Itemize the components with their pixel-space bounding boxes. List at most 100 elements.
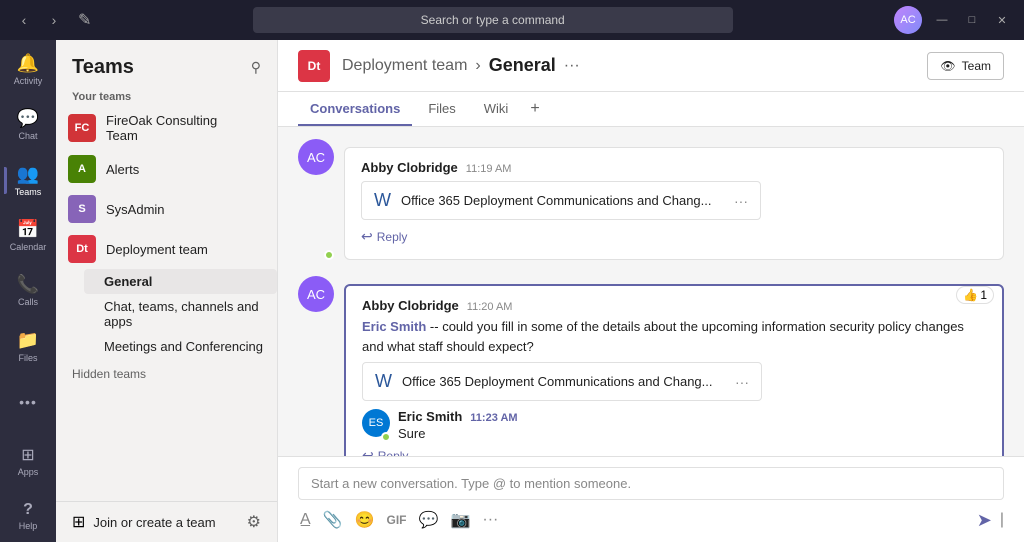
message-text: Eric Smith -- could you fill in some of … — [362, 317, 986, 356]
word-icon: W — [375, 371, 392, 392]
back-button[interactable]: ‹ — [12, 8, 36, 32]
message-author: Abby Clobridge — [361, 160, 458, 175]
apps-icon: ⊞ — [21, 445, 34, 465]
more-options-button[interactable]: ··· — [480, 509, 500, 531]
channel-title-area: Deployment team › General ··· — [342, 55, 915, 76]
compose-area: Start a new conversation. Type @ to ment… — [278, 456, 1024, 542]
titlebar-right: AC — □ ✕ — [894, 6, 1012, 34]
sidebar-title: Teams — [72, 56, 134, 79]
team-avatar-fireoaks: FC — [68, 114, 96, 142]
gif-button[interactable]: GIF — [385, 511, 409, 529]
avatar-wrap: AC — [298, 276, 334, 456]
compose-icon[interactable]: ✎ — [78, 10, 91, 30]
team-button-label: Team — [962, 59, 991, 73]
tab-add-button[interactable]: + — [524, 92, 545, 126]
channel-item-chat-teams[interactable]: Chat, teams, channels and apps — [84, 294, 277, 334]
sidebar-item-activity[interactable]: 🔔 Activity — [4, 44, 52, 95]
team-item-alerts[interactable]: A Alerts ··· — [56, 149, 277, 189]
thread-reply: ES Eric Smith 11:23 AM Sure — [362, 409, 986, 441]
channel-list: General Chat, teams, channels and apps M… — [56, 269, 277, 359]
sidebar-item-more[interactable]: ••• — [4, 376, 52, 427]
send-button[interactable]: ➤ — [977, 510, 992, 531]
reaction-badge: 👍 1 — [956, 286, 994, 304]
help-icon: ? — [23, 501, 33, 519]
thread-author: Eric Smith — [398, 409, 462, 424]
help-label: Help — [19, 521, 38, 531]
team-button[interactable]: 👁 Team — [927, 52, 1004, 80]
close-button[interactable]: ✕ — [992, 10, 1012, 30]
reply-label: Reply — [377, 230, 408, 244]
forward-button[interactable]: › — [42, 8, 66, 32]
team-avatar-deployment: Dt — [68, 235, 96, 263]
sidebar-item-teams[interactable]: 👥 Teams — [4, 155, 52, 206]
online-indicator — [324, 250, 334, 260]
team-name-alerts: Alerts — [106, 162, 241, 177]
message-header: Abby Clobridge 11:20 AM — [362, 298, 986, 313]
message-time: 11:20 AM — [467, 301, 513, 313]
team-item-deployment[interactable]: Dt Deployment team ··· — [56, 229, 277, 269]
join-label[interactable]: Join or create a team — [93, 515, 238, 530]
thread-text: Sure — [398, 426, 986, 441]
team-name-fireoaks: FireOak Consulting Team — [106, 113, 241, 143]
tab-wiki[interactable]: Wiki — [472, 93, 521, 126]
attachment-more-icon[interactable]: ··· — [734, 193, 748, 209]
team-name-sysadmin: SysAdmin — [106, 202, 241, 217]
reply-label: Reply — [378, 449, 409, 457]
channel-item-meetings[interactable]: Meetings and Conferencing — [84, 334, 277, 359]
message-thread-box-active: 👍 1 Abby Clobridge 11:20 AM Eric Smith -… — [344, 284, 1004, 456]
sidebar: Teams ⚲ Your teams FC FireOak Consulting… — [56, 40, 278, 542]
message-text-content: -- could you fill in some of the details… — [362, 319, 964, 354]
avatar-initials: AC — [307, 150, 325, 165]
more-icon: ••• — [19, 394, 37, 410]
minimize-button[interactable]: — — [932, 10, 952, 30]
main-content: Dt Deployment team › General ··· 👁 Team … — [278, 40, 1024, 542]
calendar-label: Calendar — [10, 242, 47, 252]
emoji-button[interactable]: 😊 — [353, 508, 377, 532]
chat-label: Chat — [18, 131, 37, 141]
sticker-button[interactable]: 💬 — [417, 508, 441, 532]
reply-icon: ↩ — [361, 228, 373, 245]
sidebar-footer: ⊞ Join or create a team ⚙ — [56, 501, 277, 542]
attachment-name: Office 365 Deployment Communications and… — [402, 374, 725, 389]
teams-label: Teams — [15, 187, 42, 197]
tab-files[interactable]: Files — [416, 93, 467, 126]
activity-label: Activity — [14, 76, 43, 86]
search-bar[interactable]: Search or type a command — [253, 7, 733, 33]
channel-separator: › — [475, 57, 480, 75]
channel-tabs: Conversations Files Wiki + — [278, 92, 1024, 127]
reply-button[interactable]: ↩ Reply — [362, 445, 986, 456]
channel-more-icon[interactable]: ··· — [564, 57, 580, 75]
maximize-button[interactable]: □ — [962, 10, 982, 30]
message-time: 11:19 AM — [466, 163, 512, 175]
sidebar-item-files[interactable]: 📁 Files — [4, 321, 52, 372]
sidebar-item-calendar[interactable]: 📅 Calendar — [4, 210, 52, 261]
compose-input[interactable]: Start a new conversation. Type @ to ment… — [298, 467, 1004, 500]
tab-conversations[interactable]: Conversations — [298, 93, 412, 126]
cursor-indicator: | — [1000, 511, 1004, 529]
sidebar-item-calls[interactable]: 📞 Calls — [4, 265, 52, 316]
compose-toolbar: A̲ 📎 😊 GIF 💬 📷 ··· ➤ | — [298, 508, 1004, 532]
chat-icon: 💬 — [17, 108, 39, 129]
team-item-sysadmin[interactable]: S SysAdmin ··· — [56, 189, 277, 229]
attachment-more-icon[interactable]: ··· — [735, 374, 749, 390]
thread-online-indicator — [381, 432, 391, 442]
channel-team-name: Deployment team — [342, 57, 467, 75]
attachment: W Office 365 Deployment Communications a… — [362, 362, 762, 401]
channel-item-general[interactable]: General — [84, 269, 277, 294]
user-avatar[interactable]: AC — [894, 6, 922, 34]
attachment: W Office 365 Deployment Communications a… — [361, 181, 761, 220]
team-item-fireoaks[interactable]: FC FireOak Consulting Team ··· — [56, 107, 277, 149]
attach-button[interactable]: 📎 — [321, 508, 345, 532]
format-text-button[interactable]: A̲ — [298, 509, 313, 531]
files-icon: 📁 — [17, 330, 39, 351]
reply-button[interactable]: ↩ Reply — [361, 226, 987, 247]
titlebar-nav: ‹ › — [12, 8, 66, 32]
settings-icon[interactable]: ⚙ — [247, 512, 261, 532]
filter-icon[interactable]: ⚲ — [251, 59, 261, 76]
sidebar-item-chat[interactable]: 💬 Chat — [4, 99, 52, 150]
video-button[interactable]: 📷 — [448, 508, 472, 532]
sidebar-item-help[interactable]: ? Help — [4, 491, 52, 542]
files-label: Files — [18, 353, 37, 363]
sidebar-item-apps[interactable]: ⊞ Apps — [4, 435, 52, 486]
message-group: AC 👍 1 Abby Clobridge 11:20 AM — [298, 276, 1004, 456]
